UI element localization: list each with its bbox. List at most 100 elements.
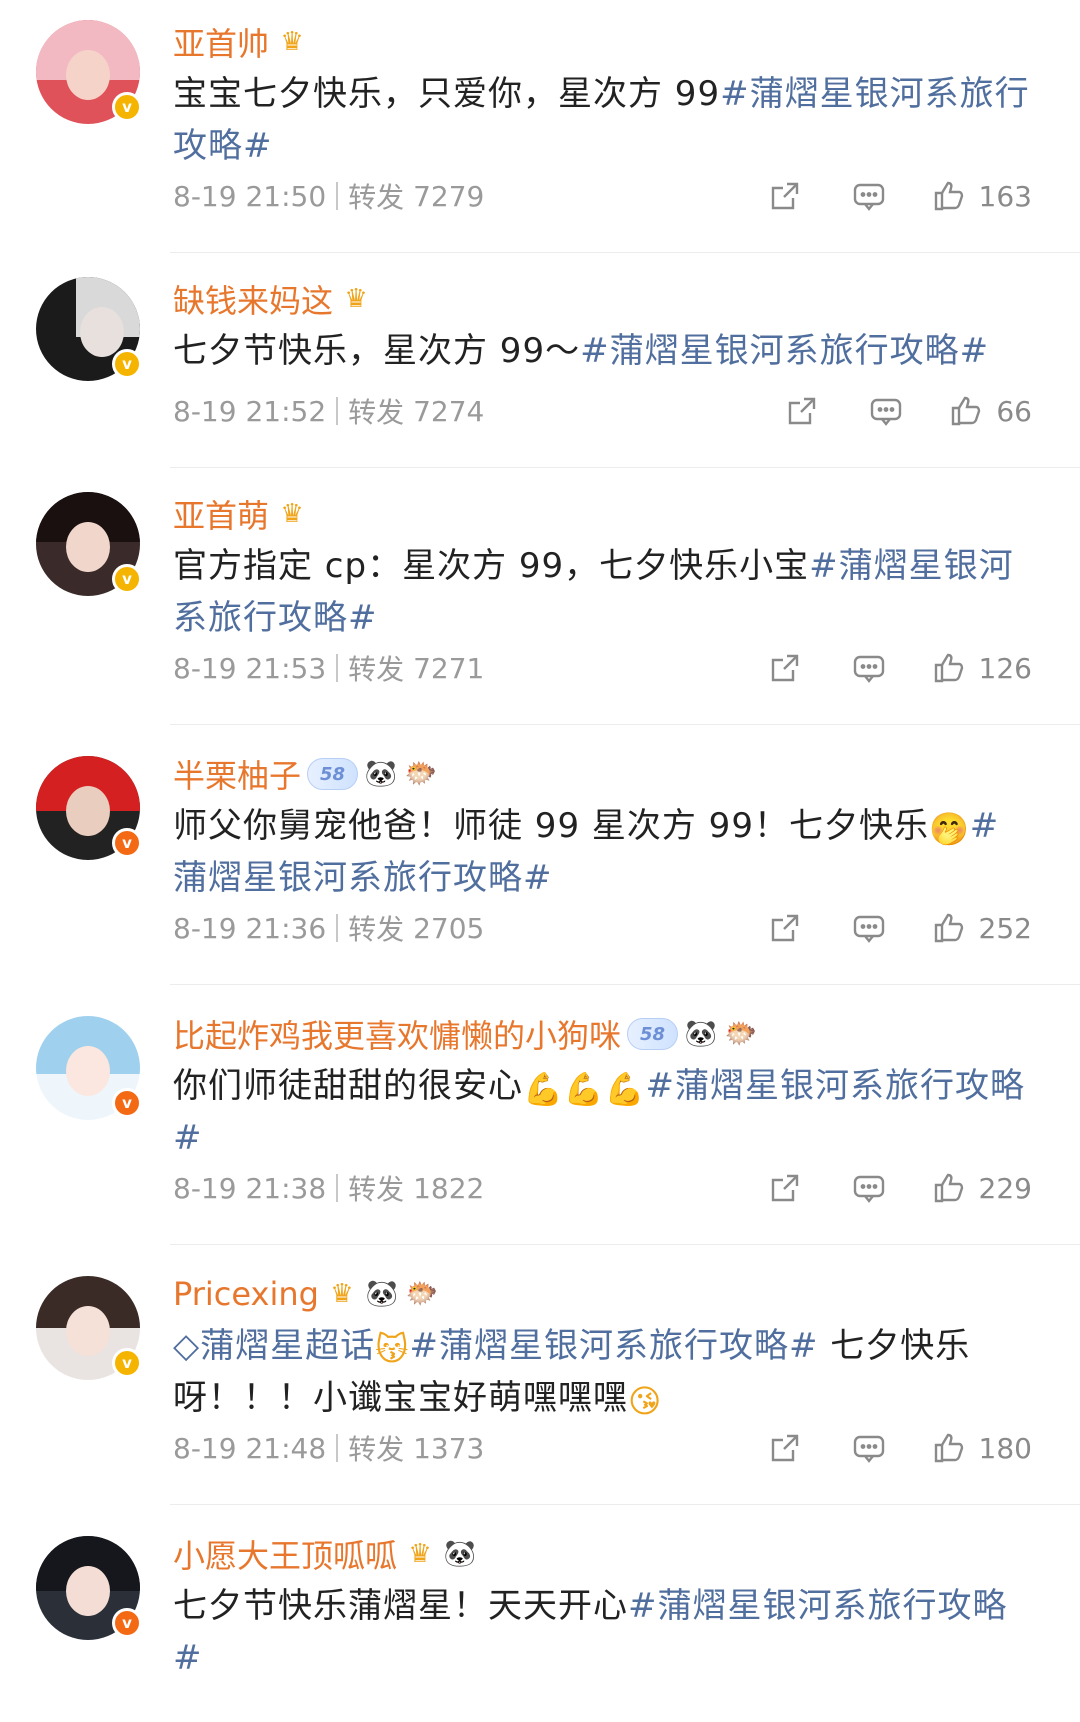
comment-button[interactable] bbox=[851, 178, 887, 214]
username[interactable]: 半栗柚子 bbox=[173, 751, 301, 797]
avatar[interactable]: v bbox=[36, 20, 142, 124]
verified-badge-icon: v bbox=[112, 828, 142, 858]
action-bar: 126 bbox=[767, 648, 1032, 688]
like-count: 163 bbox=[978, 179, 1032, 213]
action-bar: 163 bbox=[767, 176, 1032, 216]
timestamp: 8-19 21:50 bbox=[173, 179, 327, 213]
divider bbox=[336, 654, 339, 682]
comment-text: ◇蒲熠星超话😽#蒲熠星银河系旅行攻略# 七夕快乐呀！！！小谶宝宝好萌嘿嘿嘿😘 bbox=[173, 1326, 971, 1420]
fish-icon: 🐡 bbox=[405, 1279, 439, 1309]
share-button[interactable] bbox=[767, 1170, 803, 1206]
kissing-cat-icon: 😽 bbox=[375, 1330, 410, 1368]
comment-icon bbox=[853, 915, 884, 943]
like-count: 180 bbox=[978, 1431, 1032, 1465]
divider bbox=[336, 914, 339, 942]
comment-button[interactable] bbox=[851, 650, 887, 686]
like-button[interactable]: 126 bbox=[931, 650, 1032, 686]
comment-meta: 8-19 21:38 转发 1822 bbox=[173, 1168, 484, 1208]
avatar[interactable]: v bbox=[36, 1536, 142, 1640]
divider bbox=[170, 724, 1080, 725]
share-button[interactable] bbox=[784, 393, 820, 429]
comment-text: 你们师徒甜甜的很安心💪💪💪#蒲熠星银河系旅行攻略# bbox=[173, 1066, 1026, 1158]
share-icon bbox=[771, 914, 798, 942]
comment-button[interactable] bbox=[851, 1430, 887, 1466]
timestamp: 8-19 21:53 bbox=[173, 651, 327, 685]
share-icon bbox=[771, 1434, 798, 1462]
crown-icon: ♛ bbox=[280, 27, 304, 57]
comment-meta: 8-19 21:53 转发 7271 bbox=[173, 648, 484, 688]
fish-icon: 🐡 bbox=[404, 759, 438, 789]
comment-icon bbox=[871, 398, 902, 426]
avatar[interactable]: v bbox=[36, 756, 142, 860]
username-row: 亚首帅 ♛ bbox=[173, 20, 309, 64]
username-row: 半栗柚子 58 🐼 🐡 bbox=[173, 752, 438, 796]
like-button[interactable]: 66 bbox=[948, 393, 1032, 429]
username-row: 缺钱来妈这 ♛ bbox=[173, 277, 373, 321]
username[interactable]: 亚首帅 bbox=[173, 19, 269, 65]
thumbs-up-icon bbox=[934, 1173, 963, 1203]
divider bbox=[336, 397, 339, 425]
comment-icon bbox=[853, 655, 884, 683]
like-button[interactable]: 252 bbox=[931, 910, 1032, 946]
comment-button[interactable] bbox=[851, 1170, 887, 1206]
comment-meta: 8-19 21:36 转发 2705 bbox=[173, 908, 484, 948]
username-row: 小愿大王顶呱呱 ♛ 🐼 bbox=[173, 1532, 477, 1576]
level-badge: 58 bbox=[627, 1018, 679, 1050]
avatar[interactable]: v bbox=[36, 277, 142, 381]
action-bar: 252 bbox=[767, 908, 1032, 948]
avatar[interactable]: v bbox=[36, 492, 142, 596]
hashtag-link[interactable]: #蒲熠星银河系旅行攻略# bbox=[410, 1326, 819, 1366]
like-button[interactable]: 163 bbox=[931, 178, 1032, 214]
comment-text: 师父你舅宠他爸！师徒 99 星次方 99！七夕快乐🤭#蒲熠星银河系旅行攻略# bbox=[173, 806, 1000, 898]
crown-icon: ♛ bbox=[280, 499, 304, 529]
avatar[interactable]: v bbox=[36, 1276, 142, 1380]
super-topic-link[interactable]: ◇蒲熠星超话 bbox=[173, 1326, 375, 1366]
verified-badge-icon: v bbox=[112, 1088, 142, 1118]
timestamp: 8-19 21:36 bbox=[173, 911, 327, 945]
repost-count: 1373 bbox=[413, 1431, 485, 1465]
share-button[interactable] bbox=[767, 178, 803, 214]
hashtag-link[interactable]: #蒲熠星银河系旅行攻略# bbox=[580, 331, 989, 371]
username[interactable]: 比起炸鸡我更喜欢慵懒的小狗咪 bbox=[173, 1011, 621, 1057]
share-button[interactable] bbox=[767, 650, 803, 686]
username[interactable]: 缺钱来妈这 bbox=[173, 276, 333, 322]
panda-icon: 🐼 bbox=[365, 1279, 399, 1309]
repost-count: 7274 bbox=[413, 394, 485, 428]
emoji-icon: 😘 bbox=[628, 1382, 663, 1420]
repost-label: 转发 bbox=[348, 1173, 405, 1206]
username[interactable]: 小愿大王顶呱呱 bbox=[173, 1531, 397, 1577]
like-count: 252 bbox=[978, 911, 1032, 945]
username[interactable]: 亚首萌 bbox=[173, 491, 269, 537]
avatar[interactable]: v bbox=[36, 1016, 142, 1120]
emoji-icon: 🤭 bbox=[928, 810, 970, 848]
thumbs-up-icon bbox=[934, 1433, 963, 1463]
username-row: 比起炸鸡我更喜欢慵懒的小狗咪 58 🐼 🐡 bbox=[173, 1012, 758, 1056]
share-button[interactable] bbox=[767, 1430, 803, 1466]
verified-badge-icon: v bbox=[112, 349, 142, 379]
repost-label: 转发 bbox=[348, 181, 405, 214]
comment-meta: 8-19 21:52 转发 7274 bbox=[173, 391, 484, 431]
share-icon bbox=[771, 1174, 798, 1202]
like-button[interactable]: 229 bbox=[931, 1170, 1032, 1206]
fish-icon: 🐡 bbox=[724, 1019, 758, 1049]
thumbs-up-icon bbox=[934, 653, 963, 683]
like-button[interactable]: 180 bbox=[931, 1430, 1032, 1466]
repost-count: 1822 bbox=[413, 1171, 485, 1205]
comment-text: 七夕节快乐蒲熠星！天天开心#蒲熠星银河系旅行攻略# bbox=[173, 1586, 1008, 1678]
username[interactable]: Pricexing bbox=[173, 1275, 319, 1313]
like-count: 126 bbox=[978, 651, 1032, 685]
divider bbox=[170, 1504, 1080, 1505]
verified-badge-icon: v bbox=[112, 564, 142, 594]
action-bar: 180 bbox=[767, 1428, 1032, 1468]
like-count: 229 bbox=[978, 1171, 1032, 1205]
panda-icon: 🐼 bbox=[364, 759, 398, 789]
divider bbox=[170, 467, 1080, 468]
timestamp: 8-19 21:48 bbox=[173, 1431, 327, 1465]
divider bbox=[170, 252, 1080, 253]
share-button[interactable] bbox=[767, 910, 803, 946]
comment-button[interactable] bbox=[851, 910, 887, 946]
comment-meta: 8-19 21:48 转发 1373 bbox=[173, 1428, 484, 1468]
panda-icon: 🐼 bbox=[443, 1539, 477, 1569]
comment-button[interactable] bbox=[868, 393, 904, 429]
comment-icon bbox=[853, 183, 884, 211]
